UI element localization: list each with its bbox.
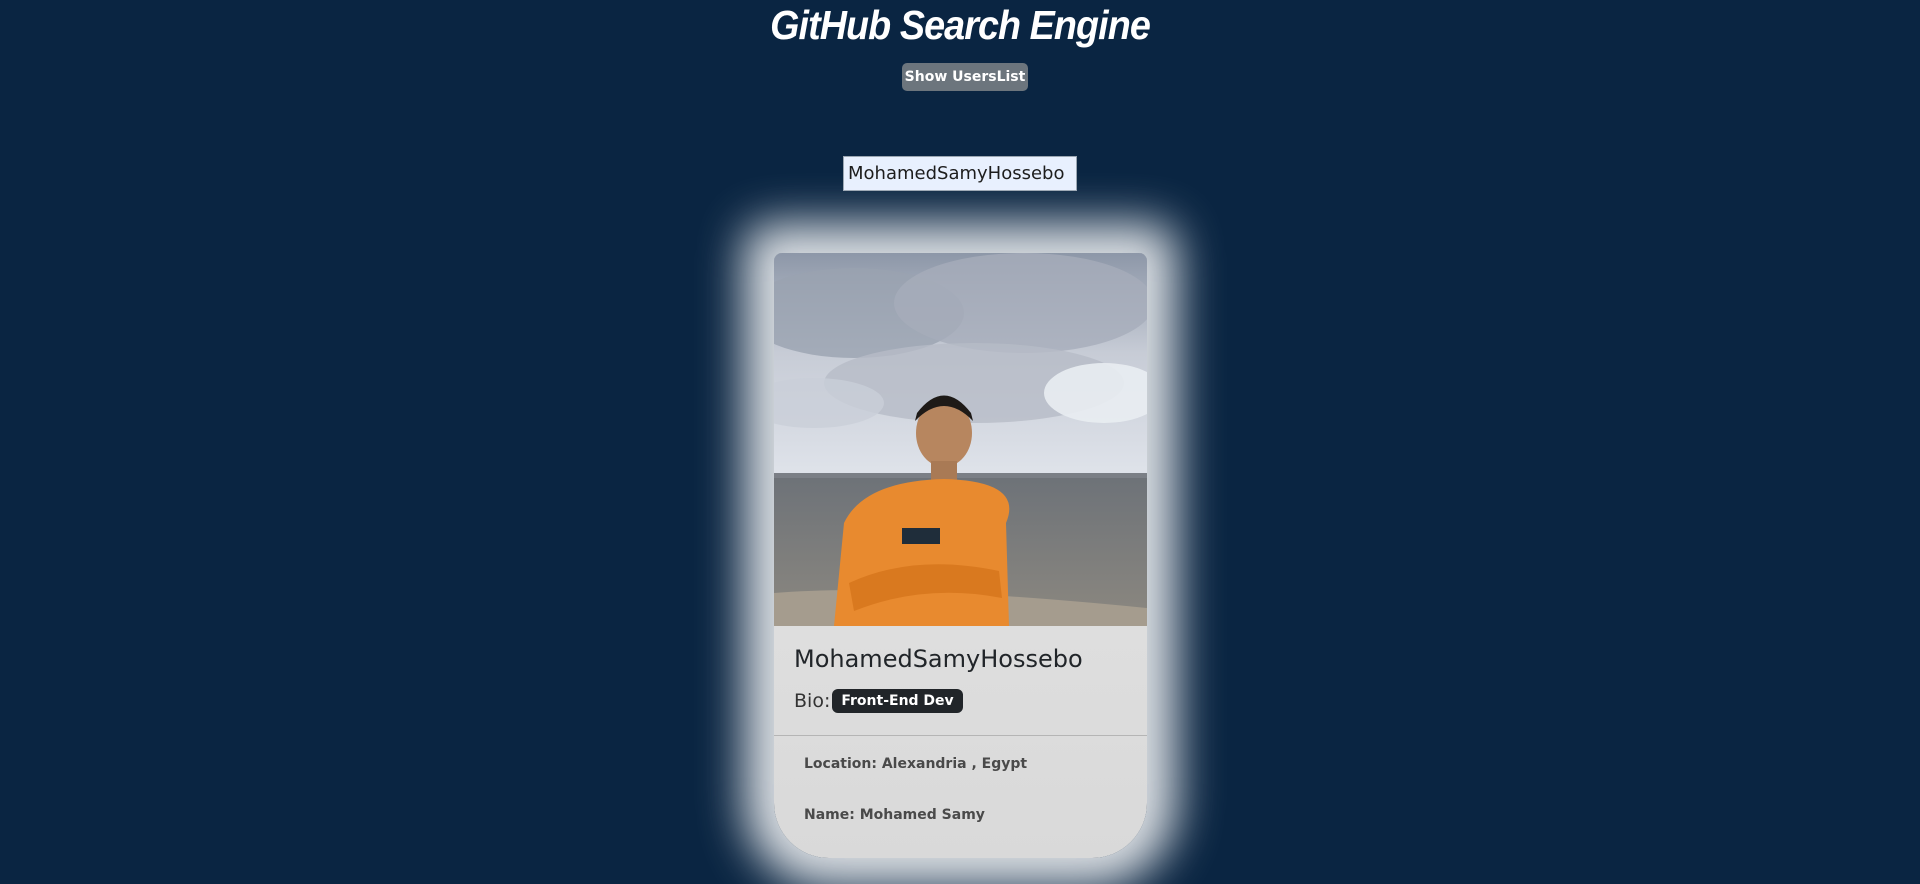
bio-badge: Front-End Dev xyxy=(832,689,963,713)
page-title: GitHub Search Engine xyxy=(770,2,1151,48)
user-card: MohamedSamyHossebo Bio: Front-End Dev Lo… xyxy=(774,253,1147,858)
location-text: Location: Alexandria , Egypt xyxy=(804,756,1028,772)
avatar xyxy=(774,253,1147,626)
card-divider xyxy=(774,735,1147,736)
bio-row: Bio: Front-End Dev xyxy=(794,689,963,713)
show-users-list-button[interactable]: Show UsersList xyxy=(902,63,1028,91)
card-username: MohamedSamyHossebo xyxy=(794,645,1083,673)
app-page: GitHub Search Engine Show UsersList Moha… xyxy=(0,0,1920,884)
full-name-text: Name: Mohamed Samy xyxy=(804,807,985,823)
bio-label: Bio: xyxy=(794,690,831,712)
search-input[interactable] xyxy=(843,156,1077,191)
